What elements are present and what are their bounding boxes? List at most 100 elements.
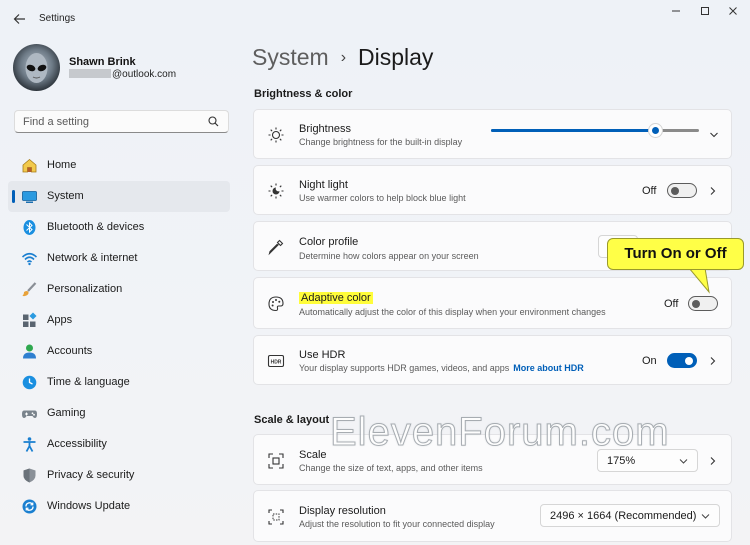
sidebar-item-network[interactable]: Network & internet [8, 243, 230, 274]
bluetooth-icon [23, 220, 36, 235]
chevron-right-icon[interactable] [708, 356, 718, 366]
home-icon [22, 158, 37, 173]
sidebar-item-label: Bluetooth & devices [47, 221, 145, 233]
breadcrumb: System › Display [252, 44, 433, 71]
close-icon [729, 7, 737, 15]
palette-icon [268, 296, 284, 312]
page-title: Display [358, 44, 434, 70]
night-light-desc: Use warmer colors to help block blue lig… [299, 193, 466, 203]
sidebar-item-windows-update[interactable]: Windows Update [8, 491, 230, 522]
resolution-icon [268, 509, 284, 525]
toggle-knob [685, 356, 693, 365]
sidebar-item-apps[interactable]: Apps [8, 305, 230, 336]
night-light-toggle[interactable] [667, 183, 697, 198]
hdr-title: Use HDR [299, 349, 346, 361]
user-email: @outlook.com [69, 69, 176, 80]
brightness-slider-fill [491, 129, 656, 132]
minimize-button[interactable] [666, 4, 686, 18]
chevron-right-icon[interactable] [708, 456, 718, 466]
night-light-icon [268, 183, 284, 199]
scale-card[interactable]: Scale Change the size of text, apps, and… [253, 434, 732, 485]
sidebar-item-label: Privacy & security [47, 469, 135, 481]
toggle-knob [671, 186, 679, 195]
search-box[interactable] [14, 110, 229, 133]
section-title-scale-layout: Scale & layout [254, 414, 330, 426]
sidebar-item-label: Accessibility [47, 438, 107, 450]
hdr-icon: HDR [267, 354, 285, 368]
chevron-right-icon: › [340, 49, 347, 66]
chevron-down-icon[interactable] [709, 130, 719, 140]
adaptive-color-card[interactable]: Adaptive color Automatically adjust the … [253, 277, 732, 329]
adaptive-color-toggle[interactable] [688, 296, 718, 311]
resolution-dropdown[interactable]: 2496 × 1664 (Recommended) [540, 504, 720, 527]
hdr-desc-text: Your display supports HDR games, videos,… [299, 363, 510, 373]
adaptive-color-desc: Automatically adjust the color of this d… [299, 307, 606, 317]
scale-value: 175% [607, 455, 636, 467]
sidebar-item-label: Apps [47, 314, 73, 326]
resolution-desc: Adjust the resolution to fit your connec… [299, 519, 495, 529]
avatar[interactable] [13, 44, 60, 91]
scale-desc: Change the size of text, apps, and other… [299, 463, 483, 473]
update-icon [22, 499, 37, 514]
night-light-card[interactable]: Night light Use warmer colors to help bl… [253, 165, 732, 215]
svg-text:HDR: HDR [271, 360, 282, 366]
sidebar-item-bluetooth[interactable]: Bluetooth & devices [8, 212, 230, 243]
adaptive-color-highlight: Adaptive color [299, 292, 373, 304]
resolution-value: 2496 × 1664 (Recommended) [550, 510, 697, 522]
hdr-desc: Your display supports HDR games, videos,… [299, 363, 584, 373]
sidebar-item-privacy[interactable]: Privacy & security [8, 460, 230, 491]
breadcrumb-parent[interactable]: System [252, 44, 329, 70]
brightness-slider-thumb[interactable] [647, 123, 663, 138]
hdr-card[interactable]: HDR Use HDR Your display supports HDR ga… [253, 335, 732, 385]
email-suffix: @outlook.com [112, 69, 177, 80]
brightness-icon [268, 127, 284, 143]
callout-annotation: Turn On or Off [607, 238, 744, 270]
sidebar-item-label: Personalization [47, 283, 123, 295]
chevron-down-icon [701, 514, 710, 519]
wifi-icon [21, 252, 38, 266]
maximize-icon [701, 7, 709, 15]
sidebar-item-time-language[interactable]: Time & language [8, 367, 230, 398]
resolution-card: Display resolution Adjust the resolution… [253, 490, 732, 542]
sidebar-item-accessibility[interactable]: Accessibility [8, 429, 230, 460]
adaptive-color-title: Adaptive color [299, 292, 373, 304]
sidebar-item-label: Accounts [47, 345, 93, 357]
brightness-slider[interactable] [491, 123, 699, 138]
sidebar-item-label: Network & internet [47, 252, 138, 264]
eyedropper-icon [268, 239, 284, 256]
shield-icon [23, 468, 36, 483]
scale-icon [268, 453, 284, 469]
hdr-state: On [642, 355, 657, 367]
scale-dropdown[interactable]: 175% [597, 449, 698, 472]
brightness-card: Brightness Change brightness for the bui… [253, 109, 732, 159]
section-title-brightness-color: Brightness & color [254, 88, 353, 100]
accessibility-icon [23, 437, 36, 452]
sidebar-item-label: Gaming [47, 407, 86, 419]
alien-avatar-icon [25, 53, 48, 83]
redacted-block [69, 69, 111, 78]
sidebar-item-accounts[interactable]: Accounts [8, 336, 230, 367]
maximize-button[interactable] [695, 4, 715, 18]
back-button[interactable] [10, 10, 30, 28]
clock-globe-icon [22, 375, 37, 390]
sidebar-item-home[interactable]: Home [8, 150, 230, 181]
search-icon[interactable] [208, 116, 219, 127]
search-input[interactable] [23, 114, 208, 130]
scale-title: Scale [299, 449, 327, 461]
sidebar-item-personalization[interactable]: Personalization [8, 274, 230, 305]
sidebar-nav: Home System Bluetooth & devices Network … [8, 150, 230, 522]
color-profile-title: Color profile [299, 236, 359, 248]
more-about-hdr-link[interactable]: More about HDR [513, 363, 584, 373]
chevron-right-icon[interactable] [708, 186, 718, 196]
brightness-title: Brightness [299, 123, 351, 135]
sidebar-item-label: Windows Update [47, 500, 131, 512]
brush-icon [22, 282, 37, 297]
sidebar-item-label: Time & language [47, 376, 130, 388]
sidebar-item-gaming[interactable]: Gaming [8, 398, 230, 429]
night-light-title: Night light [299, 179, 348, 191]
sidebar-item-system[interactable]: System [8, 181, 230, 212]
close-button[interactable] [723, 4, 743, 18]
hdr-toggle[interactable] [667, 353, 697, 368]
system-icon [22, 191, 37, 203]
sidebar-item-label: Home [47, 159, 77, 171]
